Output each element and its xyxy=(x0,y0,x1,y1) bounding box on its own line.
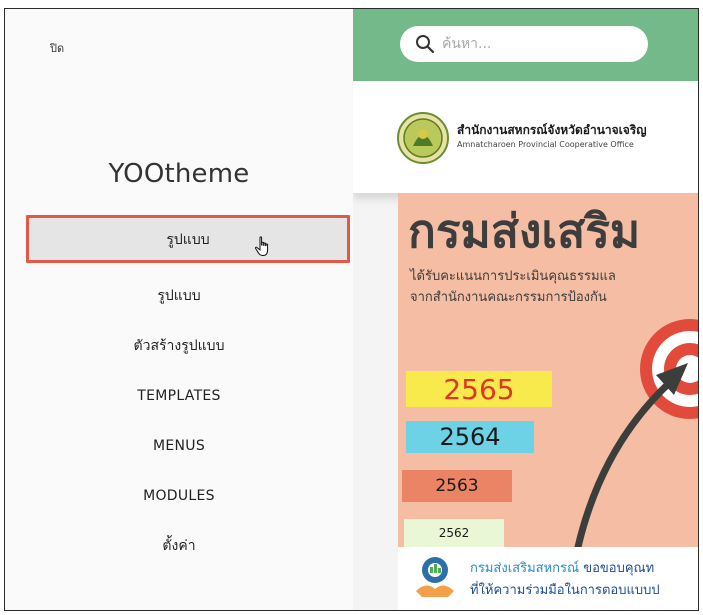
site-header: สำนักงานสหกรณ์จังหวัดอำนาจเจริญ Amnatcha… xyxy=(353,81,699,193)
sidebar-nav: รูปแบบ รูปแบบ ตัวสร้างรูปแบบ TEMPLATES M… xyxy=(5,215,353,571)
year-bar-2563: 2563 xyxy=(402,470,512,502)
cooperative-seal-logo xyxy=(397,112,449,164)
banner-poster[interactable]: กรมส่งเสริม ได้รับคะแนนการประเมินคุณธรรม… xyxy=(398,193,699,547)
sidebar-item-menus[interactable]: MENUS xyxy=(5,421,353,471)
footer-line-1-rest: ขอขอบคุณท xyxy=(579,561,655,576)
poster-subtitle-1: ได้รับคะแนนการประเมินคุณธรรมแล xyxy=(410,269,616,284)
footer-line-2: ที่ให้ความร่วมมือในการตอบแบบป xyxy=(470,583,660,598)
hand-cursor-icon xyxy=(254,236,269,257)
footer-line-1: กรมส่งเสริมสหกรณ์ ขอขอบคุณท xyxy=(470,557,654,578)
sidebar-item-layout-active[interactable]: รูปแบบ xyxy=(26,215,350,263)
brand-title: YOOtheme xyxy=(108,159,250,189)
year-bar-2564: 2564 xyxy=(406,421,534,453)
year-bar-2562: 2562 xyxy=(404,519,504,547)
site-preview: ค้นหา... สำนักงานสหกรณ์จังหวัดอำนาจเจริญ… xyxy=(353,9,699,610)
close-link[interactable]: ปิด xyxy=(50,39,64,57)
preview-topbar: ค้นหา... xyxy=(353,9,699,81)
poster-subtitle-2: จากสำนักงานคณะกรรมการป้องกัน xyxy=(410,290,607,305)
footer-highlight: กรมส่งเสริมสหกรณ์ xyxy=(470,561,580,576)
sidebar-item-settings[interactable]: ตั้งค่า xyxy=(5,521,353,571)
year-bar-2565: 2565 xyxy=(406,371,552,407)
customizer-sidebar: ปิด YOOtheme รูปแบบ รูปแบบ ตัวสร้างรูปแบ… xyxy=(5,9,353,610)
handshake-gear-icon xyxy=(416,557,454,597)
poster-footer: กรมส่งเสริมสหกรณ์ ขอขอบคุณท ที่ให้ความร่… xyxy=(398,547,699,610)
sidebar-item-templates[interactable]: TEMPLATES xyxy=(5,371,353,421)
sidebar-item-builder[interactable]: ตัวสร้างรูปแบบ xyxy=(5,321,353,371)
org-name-english: Amnatcharoen Provincial Cooperative Offi… xyxy=(457,140,634,149)
target-arrow-illustration xyxy=(574,319,699,547)
search-input[interactable]: ค้นหา... xyxy=(442,33,491,55)
org-name-thai: สำนักงานสหกรณ์จังหวัดอำนาจเจริญ xyxy=(457,123,647,137)
poster-title: กรมส่งเสริม xyxy=(408,204,641,258)
sidebar-item-layout[interactable]: รูปแบบ xyxy=(5,271,353,321)
search-box[interactable]: ค้นหา... xyxy=(400,26,648,62)
search-icon xyxy=(416,35,435,54)
sidebar-item-modules[interactable]: MODULES xyxy=(5,471,353,521)
